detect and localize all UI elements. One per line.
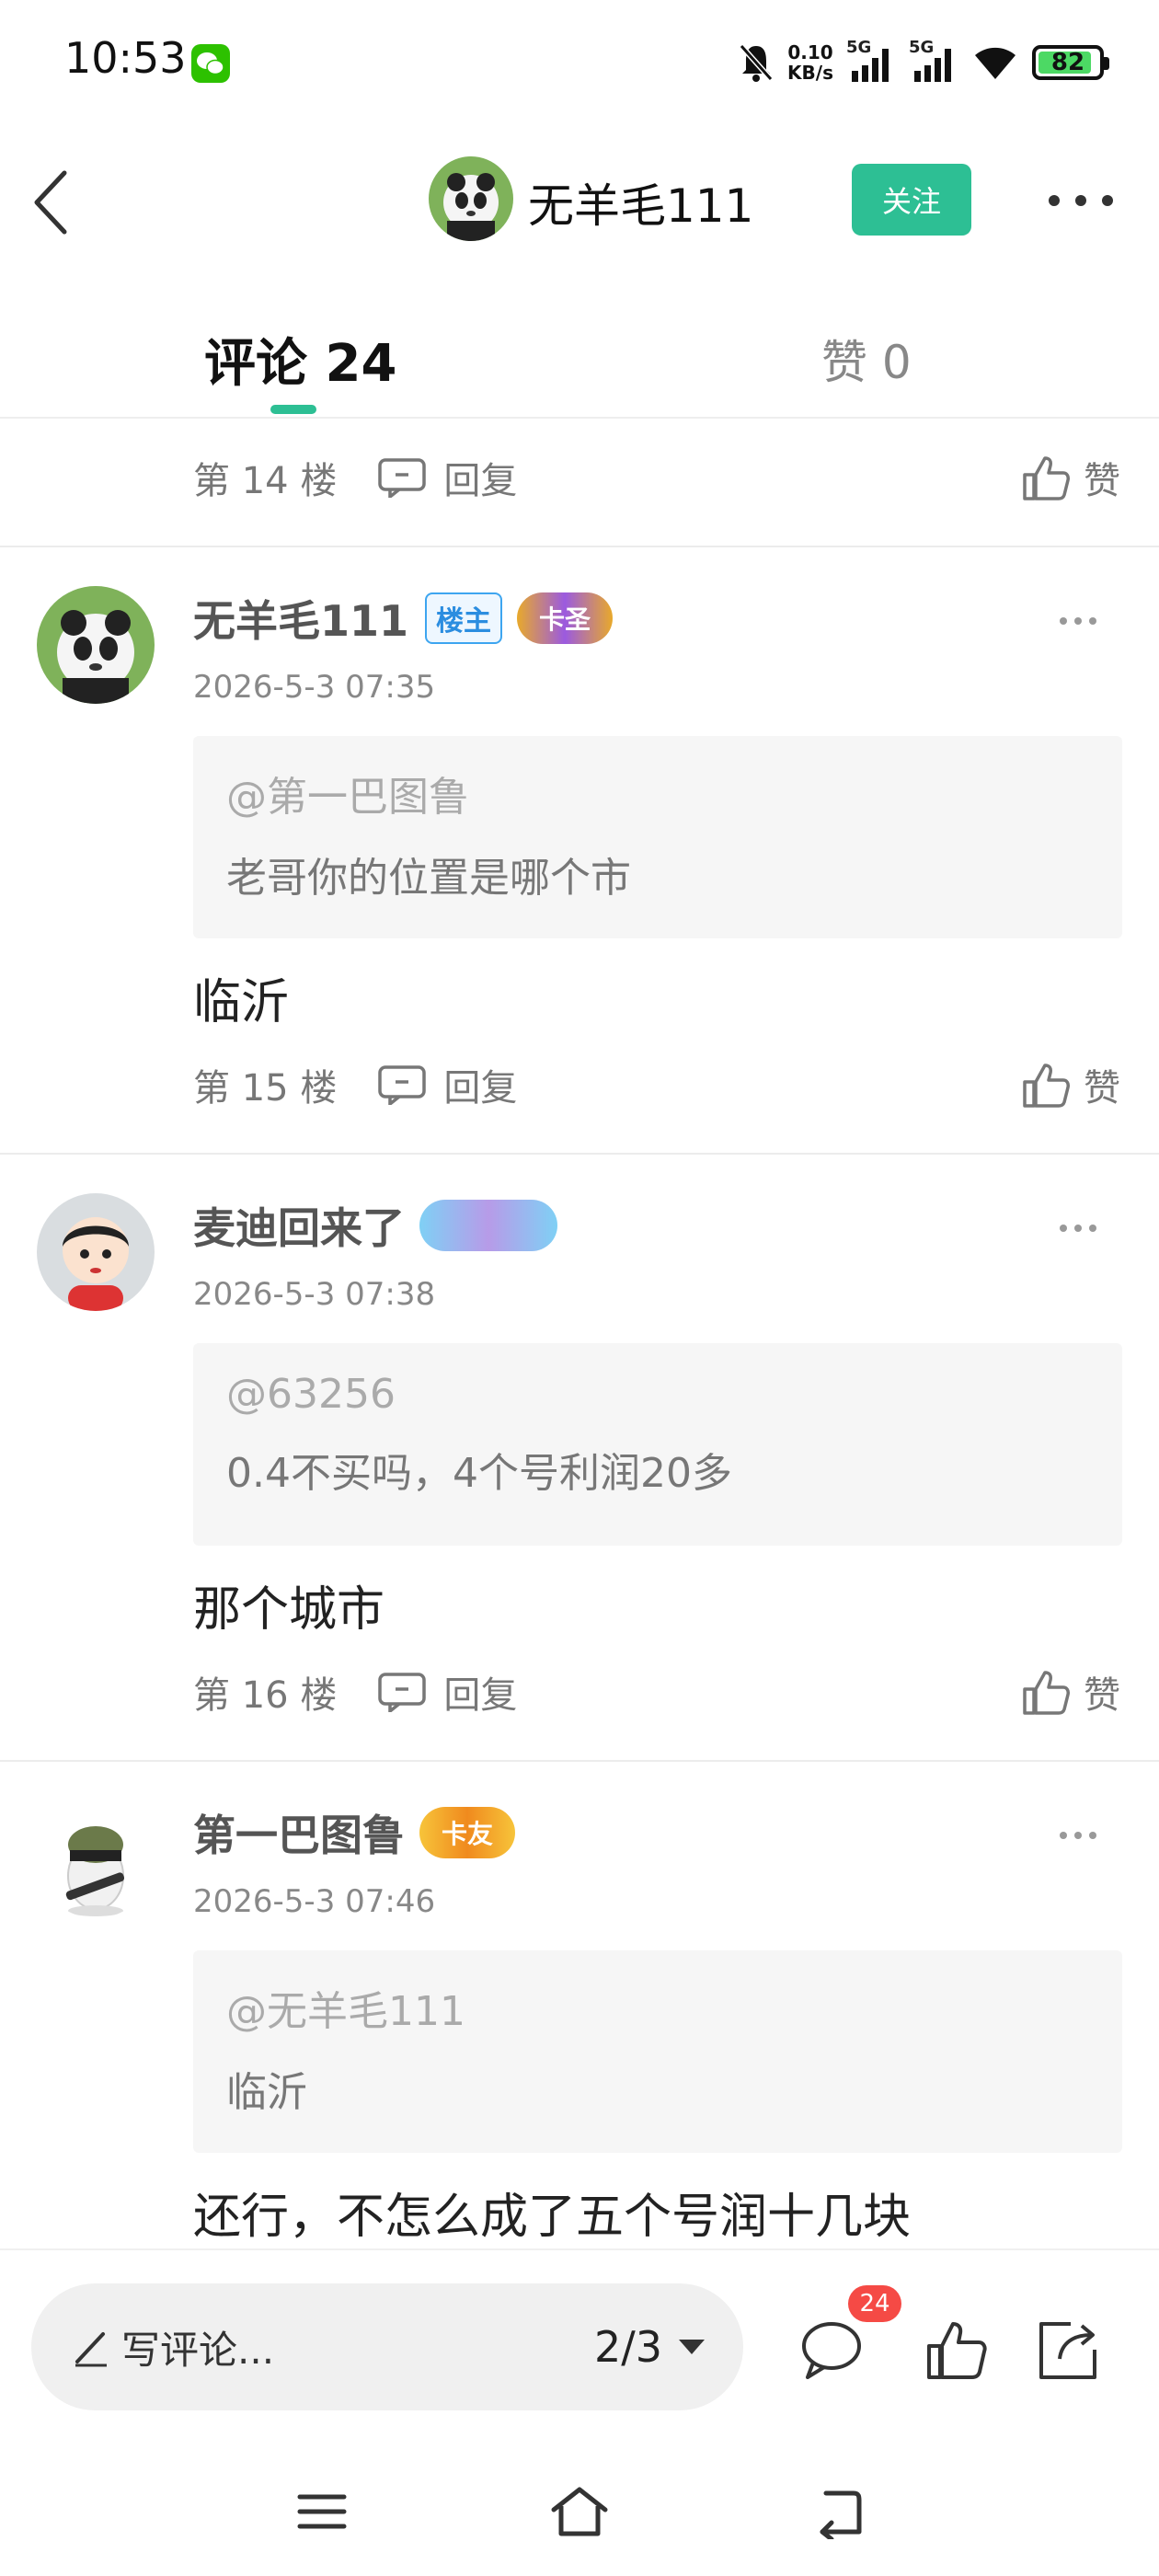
like-label: 赞 [1084, 1674, 1120, 1717]
reply-label: 回复 [443, 460, 518, 502]
like-button[interactable]: 赞 [1021, 1664, 1120, 1719]
status-time: 10:53 [64, 33, 187, 83]
comment-input[interactable]: 写评论... 2/3 [31, 2283, 743, 2410]
owner-tag: 楼主 [425, 592, 503, 644]
quote-block: @第一巴图鲁 老哥你的位置是哪个市 [193, 736, 1122, 938]
status-indicators: 0.10 KB/s 5G 5G 82 [738, 37, 1109, 88]
header: 无羊毛111 关注 [0, 138, 1159, 262]
tab-likes[interactable]: 赞 0 [821, 326, 912, 392]
comment-more-icon[interactable] [1060, 1826, 1096, 1845]
home-icon[interactable] [548, 2484, 611, 2539]
like-label: 赞 [1084, 1067, 1120, 1110]
thumbs-up-icon [1023, 1064, 1070, 1108]
level-badge [419, 1200, 557, 1251]
floor-row: 第 14 楼 回复 [193, 450, 517, 505]
reply-button[interactable]: 回复 [377, 1058, 517, 1111]
comment-icon[interactable] [797, 2315, 866, 2385]
username-text: 无羊毛111 [193, 596, 409, 646]
more-horizontal-icon[interactable] [1049, 175, 1113, 226]
caret-down-icon[interactable] [679, 2340, 705, 2354]
divider [0, 1760, 1159, 1762]
menu-icon[interactable] [294, 2484, 350, 2539]
bottom-bar: 写评论... 2/3 24 [0, 2248, 1159, 2442]
status-bar: 10:53 0.10 KB/s 5G 5G 82 [0, 0, 1159, 124]
quote-mention[interactable]: @无羊毛111 [226, 1978, 1089, 2037]
mute-icon [739, 44, 774, 82]
net-speed-unit: KB/s [787, 62, 833, 84]
system-nav-bar [0, 2447, 1159, 2576]
quote-block: @63256 0.4不买吗，4个号利润20多 [193, 1343, 1122, 1546]
thumbs-up-icon [1023, 1671, 1070, 1715]
comment-time: 2026-5-3 07:46 [193, 1883, 436, 1920]
avatar[interactable] [37, 1800, 155, 1918]
username-text: 第一巴图鲁 [193, 1811, 405, 1860]
floor-row: 第 15 楼 回复 [193, 1057, 517, 1112]
tab-active-indicator [270, 405, 316, 414]
comment-more-icon[interactable] [1060, 612, 1096, 630]
floor-label: 第 15 楼 [193, 1067, 338, 1110]
quote-block: @无羊毛111 临沂 [193, 1950, 1122, 2153]
follow-button[interactable]: 关注 [852, 164, 971, 236]
level-badge: 卡友 [419, 1807, 516, 1858]
comment-body: 还行，不怎么成了五个号润十几块 [193, 2190, 912, 2245]
quote-text: 0.4不买吗，4个号利润20多 [226, 1450, 732, 1497]
comment-time: 2026-5-3 07:35 [193, 669, 436, 706]
header-avatar[interactable] [429, 156, 513, 241]
signal-label: 5G [909, 38, 935, 57]
comment-body: 临沂 [193, 975, 290, 1030]
quote-mention[interactable]: @63256 [226, 1371, 1089, 1418]
tabs: 评论 24 赞 0 [0, 304, 1159, 419]
floor-label: 第 16 楼 [193, 1674, 338, 1717]
tab-comments[interactable]: 评论 24 [204, 322, 396, 397]
battery-level: 82 [1050, 49, 1085, 76]
comment-list[interactable]: 第 14 楼 回复 赞 无羊毛111 楼主 卡圣 2026-5-3 07:35 … [0, 420, 1159, 2248]
reply-label: 回复 [443, 1067, 518, 1110]
floor-row: 第 16 楼 回复 [193, 1664, 517, 1719]
wechat-icon [191, 44, 230, 83]
floor-label: 第 14 楼 [193, 460, 338, 502]
battery-icon: 82 [1032, 45, 1109, 80]
comment-time: 2026-5-3 07:38 [193, 1276, 436, 1313]
signal-label: 5G [846, 38, 872, 57]
reply-button[interactable]: 回复 [377, 1665, 517, 1719]
quote-text: 临沂 [226, 2069, 307, 2116]
comment-icon [378, 458, 427, 498]
username-text: 麦迪回来了 [193, 1203, 405, 1253]
comment-username[interactable]: 麦迪回来了 [193, 1195, 557, 1256]
comment-username[interactable]: 第一巴图鲁 卡友 [193, 1802, 516, 1863]
chevron-left-icon [34, 170, 67, 235]
net-speed-value: 0.10 [787, 41, 833, 63]
signal-icon: 5G [846, 38, 896, 86]
quote-text: 老哥你的位置是哪个市 [226, 855, 631, 902]
pencil-icon [75, 2332, 107, 2367]
like-button[interactable]: 赞 [1021, 1057, 1120, 1112]
signal-icon-2: 5G [909, 38, 958, 86]
divider [0, 1153, 1159, 1155]
avatar[interactable] [37, 1193, 155, 1311]
like-label: 赞 [1084, 460, 1120, 502]
comment-body: 那个城市 [193, 1582, 385, 1638]
header-username[interactable]: 无羊毛111 [528, 169, 753, 236]
wifi-icon [975, 47, 1016, 79]
avatar[interactable] [37, 586, 155, 704]
thumbs-up-icon[interactable] [922, 2315, 992, 2385]
comment-placeholder: 写评论... [121, 2327, 275, 2373]
comment-more-icon[interactable] [1060, 1219, 1096, 1237]
comment-icon [378, 1673, 427, 1712]
net-speed: 0.10 KB/s [787, 42, 833, 83]
like-button[interactable]: 赞 [1021, 450, 1120, 505]
back-button[interactable] [20, 166, 85, 239]
divider [0, 546, 1159, 547]
comment-username[interactable]: 无羊毛111 楼主 卡圣 [193, 588, 614, 649]
reply-button[interactable]: 回复 [377, 451, 517, 504]
reply-label: 回复 [443, 1674, 518, 1717]
comment-count-badge: 24 [848, 2285, 901, 2322]
share-icon[interactable] [1034, 2315, 1104, 2385]
back-icon[interactable] [809, 2484, 865, 2539]
page-indicator[interactable]: 2/3 [594, 2322, 662, 2372]
thumbs-up-icon [1023, 456, 1070, 500]
quote-mention[interactable]: @第一巴图鲁 [226, 764, 1089, 822]
comment-icon [378, 1065, 427, 1105]
level-badge: 卡圣 [517, 592, 614, 644]
